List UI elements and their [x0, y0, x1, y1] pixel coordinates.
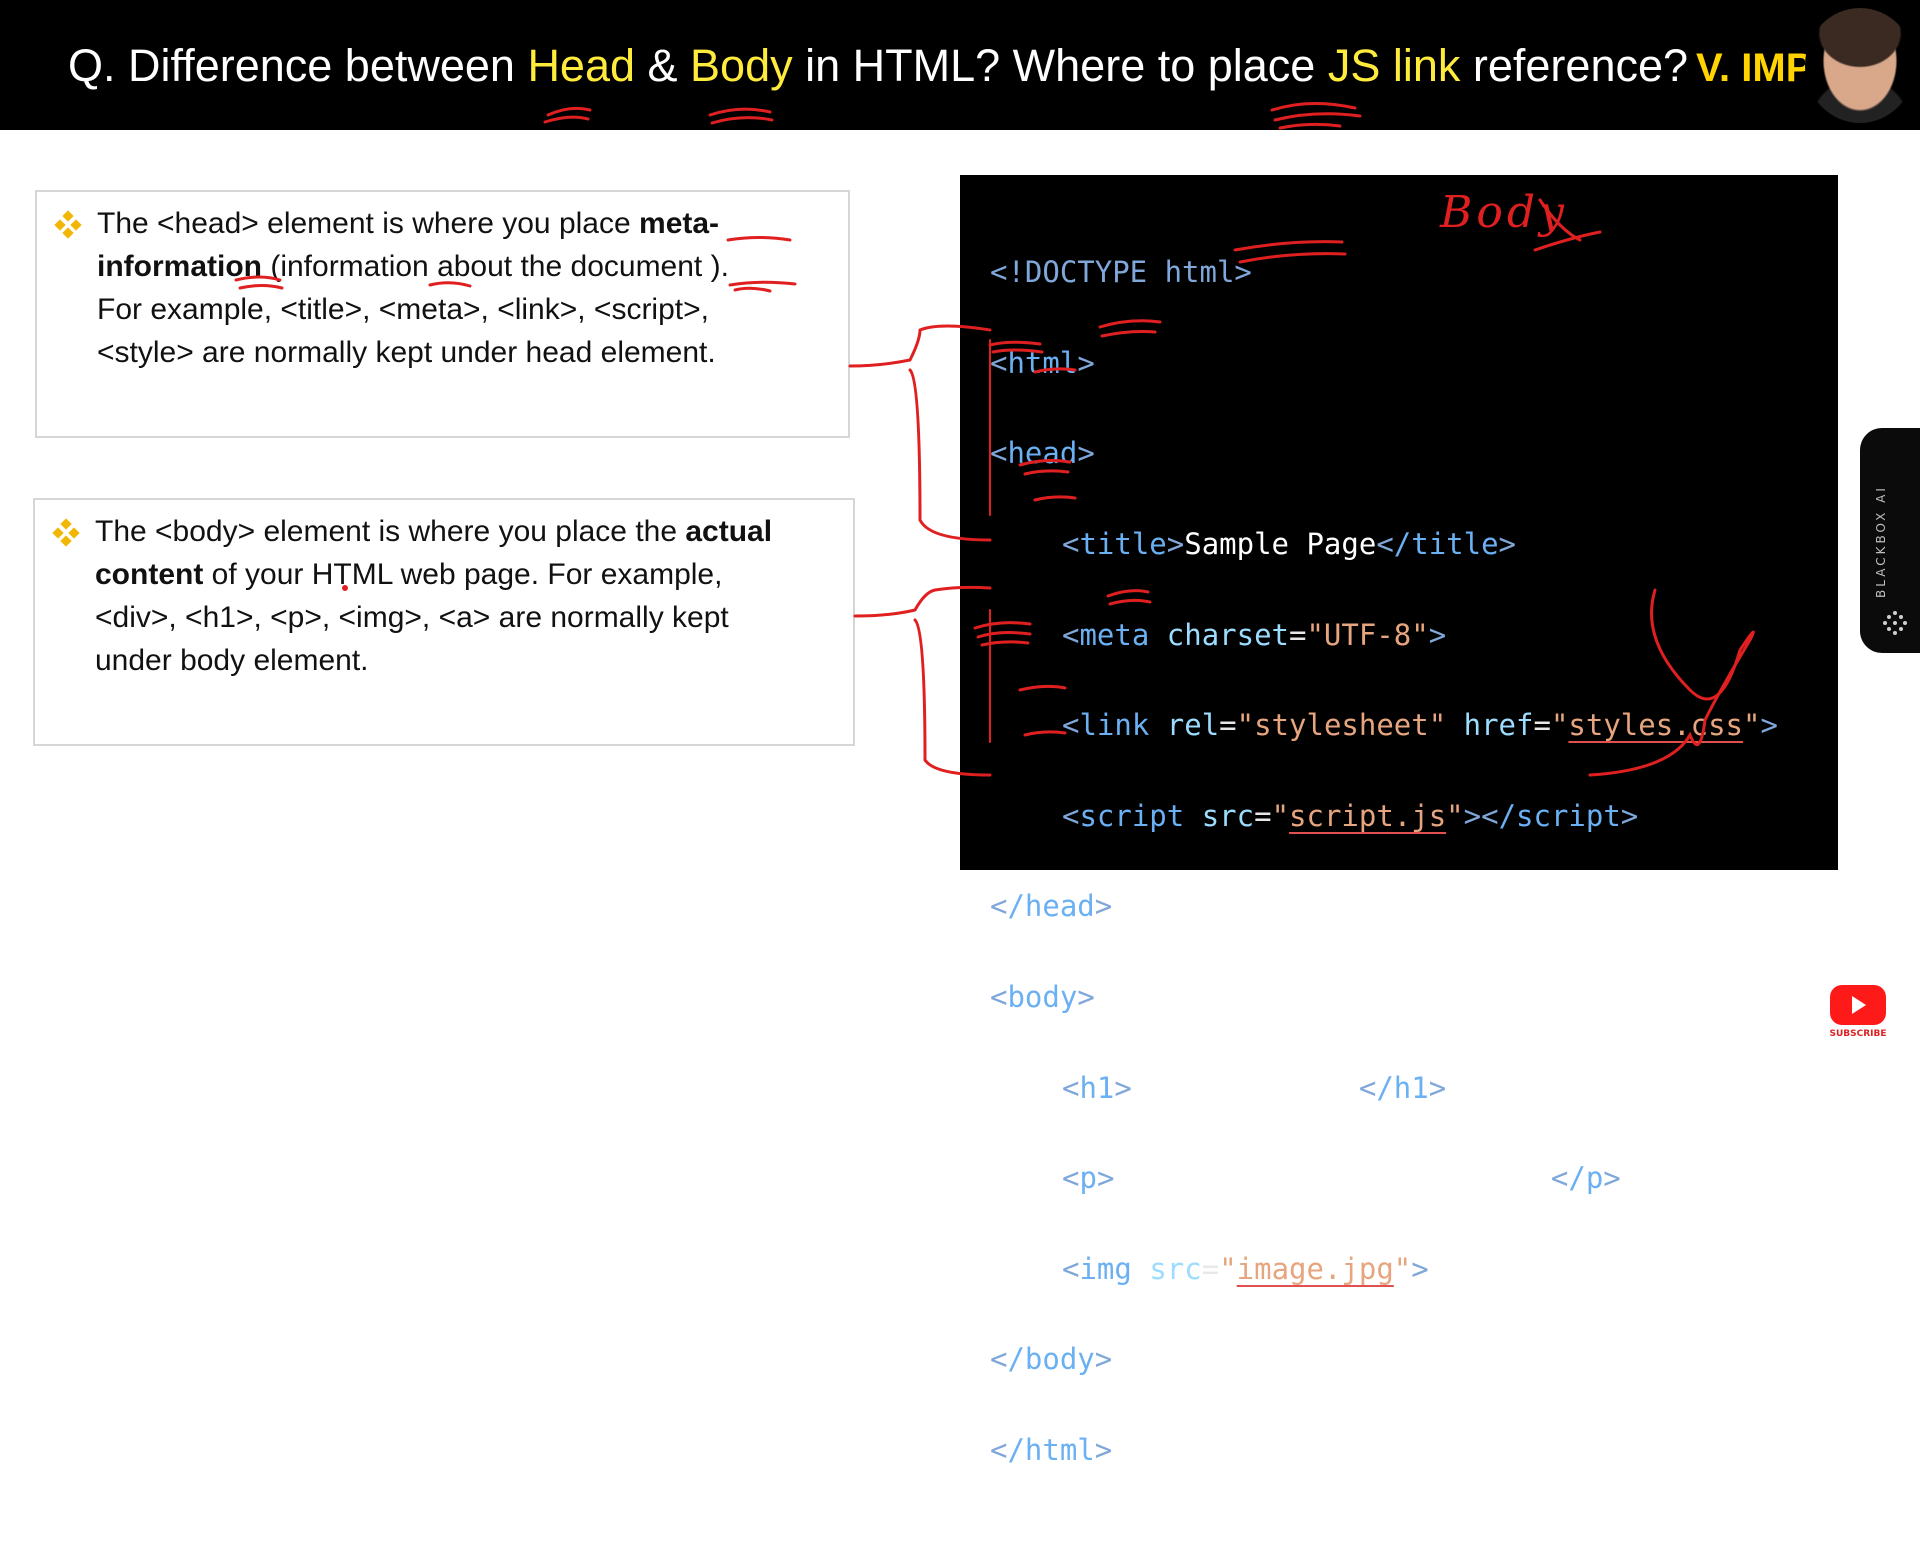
diamond-bullet-icon [54, 210, 82, 239]
body-explanation-text: The <body> element is where you place th… [95, 510, 835, 682]
code-line-link: <link rel="stylesheet" href="styles.css"… [1062, 708, 1778, 743]
body-explanation-box: The <body> element is where you place th… [33, 498, 855, 746]
code-line-img: <img src="image.jpg"> [1062, 1251, 1429, 1286]
code-html-open: html [1007, 345, 1078, 380]
code-line-body-open: <body> [990, 980, 1095, 1015]
head-explanation-box: The <head> element is where you place me… [35, 190, 850, 438]
head-text-3: For example, <title>, <meta>, <link>, <s… [97, 293, 709, 326]
code-script-tag: script [1079, 798, 1185, 833]
code-line-head-open: <head> [990, 436, 1095, 471]
header-bar: Q. Difference between Head & Body in HTM… [0, 0, 1920, 130]
code-rel-attr: rel [1166, 708, 1220, 743]
subscribe-button[interactable]: SUBSCRIBE [1826, 985, 1890, 1045]
code-rel-val: "stylesheet" [1236, 708, 1447, 743]
subscribe-label: SUBSCRIBE [1829, 1029, 1887, 1039]
head-text-2: (information about the document ). [262, 250, 729, 283]
code-h1-text: Hello, World! [1131, 1070, 1359, 1105]
title-amp: & [635, 40, 691, 91]
head-text-4: <style> are normally kept under head ele… [97, 336, 716, 369]
diamond-bullet-icon [52, 518, 80, 547]
body-text-4: under body element. [95, 644, 369, 677]
code-head-close: /head [1007, 889, 1095, 924]
head-text-1: The <head> element is where you place [97, 207, 640, 240]
code-img-src-attr: src [1149, 1251, 1202, 1286]
handwritten-body-note: Body [1440, 187, 1568, 238]
code-meta-tag: meta [1079, 617, 1150, 652]
title-mid: in HTML? Where to place [792, 40, 1328, 91]
presenter-avatar [1805, 8, 1915, 123]
head-explanation-text: The <head> element is where you place me… [97, 202, 828, 374]
code-head-open: head [1007, 436, 1078, 471]
code-p-close: /p [1568, 1161, 1604, 1196]
code-block: <!DOCTYPE html> <html> <head> <title>Sam… [990, 205, 1778, 1564]
code-line-html-close: </html> [990, 1433, 1113, 1468]
code-img-src: image.jpg [1236, 1251, 1394, 1286]
code-body-close: /body [1007, 1342, 1095, 1377]
code-p-tag: p [1079, 1161, 1097, 1196]
code-body-open: body [1007, 980, 1078, 1015]
code-charset-attr: charset [1166, 617, 1289, 652]
slide-title: Q. Difference between Head & Body in HTM… [68, 40, 1818, 92]
code-title-tag: title [1079, 527, 1167, 562]
title-suffix: reference? [1460, 40, 1689, 91]
code-src-attr: src [1201, 798, 1255, 833]
side-widget-label: BLACKBOX AI [1874, 485, 1888, 598]
code-html-close: /html [1007, 1433, 1095, 1468]
code-img-tag: img [1079, 1251, 1132, 1286]
code-line-title: <title>Sample Page</title> [1062, 527, 1517, 562]
code-href-val: styles.css [1568, 708, 1744, 743]
code-line-head-close: </head> [990, 889, 1113, 924]
code-link-tag: link [1079, 708, 1150, 743]
title-body-word: Body [690, 40, 793, 91]
code-title-close: /title [1393, 527, 1499, 562]
code-href-attr: href [1463, 708, 1534, 743]
code-line-script: <script src="script.js"></script> [1062, 798, 1639, 833]
code-h1-tag: h1 [1079, 1070, 1115, 1105]
code-line-p: <p>This is a sample webpage.</p> [1062, 1161, 1621, 1196]
blackbox-side-widget[interactable]: BLACKBOX AI [1860, 428, 1920, 653]
code-panel: <!DOCTYPE html> <html> <head> <title>Sam… [960, 175, 1838, 1467]
code-title-text: Sample Page [1184, 527, 1377, 562]
body-text-3: <div>, <h1>, <p>, <img>, <a> are normall… [95, 601, 729, 634]
code-line-h1: <h1>Hello, World!</h1> [1062, 1070, 1447, 1105]
importance-badge: V. IMP. [1696, 46, 1819, 90]
code-doctype: <!DOCTYPE html> [990, 255, 1252, 290]
title-prefix: Q. Difference between [68, 40, 528, 91]
body-text-2: of your HTML web page. For example, [203, 558, 723, 591]
code-line-html-open: <html> [990, 345, 1095, 380]
youtube-play-icon [1830, 985, 1886, 1025]
code-script-close: /script [1498, 798, 1621, 833]
code-charset-val: "UTF-8" [1306, 617, 1429, 652]
code-line-doctype: <!DOCTYPE html> [990, 250, 1778, 295]
dots-logo-icon [1883, 611, 1907, 635]
code-p-text: This is a sample webpage. [1114, 1161, 1551, 1196]
title-head-word: Head [527, 40, 636, 91]
body-text-1: The <body> element is where you place th… [95, 515, 686, 548]
code-line-meta: <meta charset="UTF-8"> [1062, 617, 1447, 652]
code-script-src: script.js [1289, 798, 1447, 833]
title-js-link: JS link [1327, 40, 1461, 91]
code-line-body-close: </body> [990, 1342, 1113, 1377]
code-h1-close: /h1 [1376, 1070, 1429, 1105]
